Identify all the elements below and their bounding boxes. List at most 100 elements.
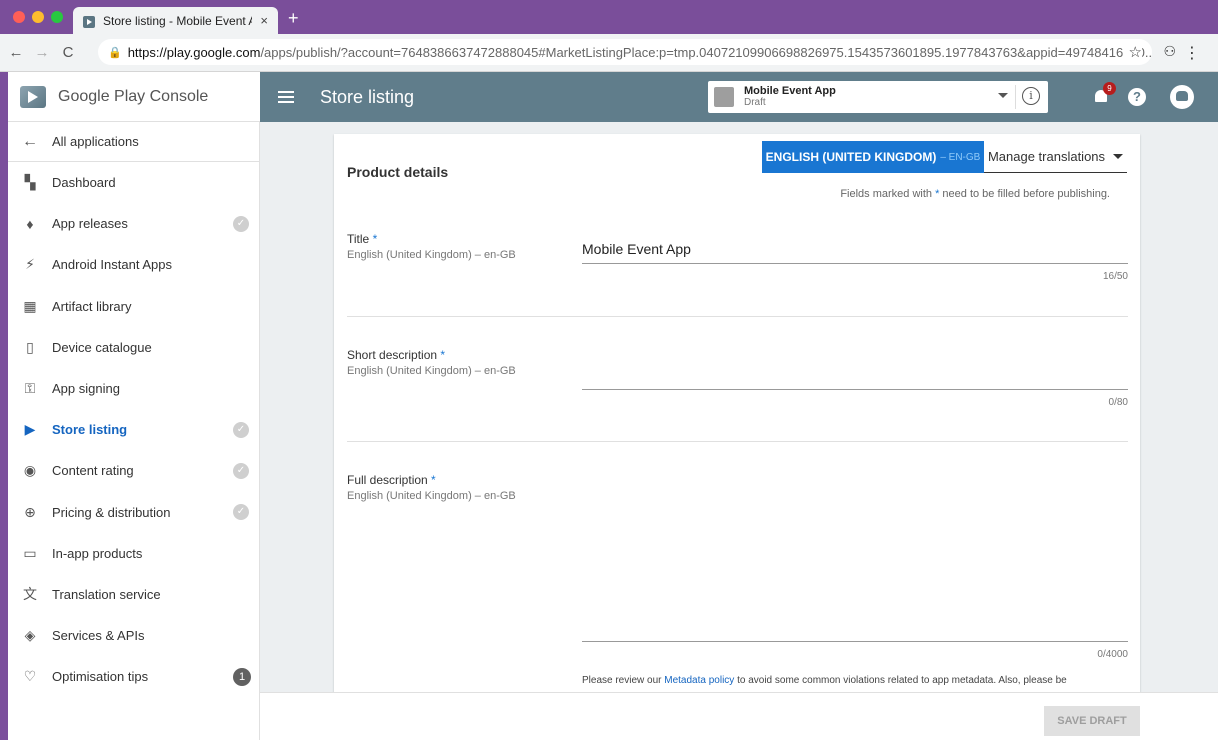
notifications-bell-icon[interactable]: 9 <box>1093 82 1116 104</box>
card-title: Product details <box>347 164 449 180</box>
sidebar-item-store-listing[interactable]: ▶ Store listing ✓ <box>8 409 259 450</box>
all-applications-label: All applications <box>52 134 139 149</box>
notification-badge: 9 <box>1103 82 1116 95</box>
main-content: Product details ENGLISH (UNITED KINGDOM)… <box>260 122 1218 740</box>
browser-menu-icon[interactable]: ⋮ <box>1184 43 1200 63</box>
save-draft-button[interactable]: SAVE DRAFT <box>1044 706 1140 736</box>
sidebar-item-label: App signing <box>52 381 120 397</box>
translate-icon: 文 <box>23 586 37 603</box>
sidebar-item-optimisation-tips[interactable]: ♡ Optimisation tips 1 <box>8 656 259 697</box>
full-description-underline <box>582 641 1128 642</box>
sidebar-item-app-signing[interactable]: ⚿ App signing <box>8 368 259 409</box>
extension-icon[interactable]: ⚇ <box>1163 43 1176 60</box>
sidebar-item-services-apis[interactable]: ◈ Services & APIs <box>8 615 259 656</box>
required-note-text-end: need to be filled before publishing. <box>942 188 1110 200</box>
avatar[interactable] <box>1170 85 1194 109</box>
sidebar-item-label: Translation service <box>52 586 161 602</box>
menu-icon[interactable] <box>278 88 294 106</box>
app-selector[interactable]: Mobile Event App Draft i <box>708 81 1048 113</box>
full-description-input[interactable] <box>582 474 1128 640</box>
title-language: English (United Kingdom) – en-GB <box>347 249 516 261</box>
sidebar-nav: ▚ Dashboard ♦ App releases ✓ ⚡ Android Instant… <box>8 162 259 697</box>
back-button[interactable]: ← <box>6 44 26 61</box>
url-host: https://play.google.com <box>127 44 261 60</box>
title-input[interactable]: Mobile Event App <box>582 241 691 257</box>
full-description-language: English (United Kingdom) – en-GB <box>347 490 516 502</box>
metadata-policy-note: Please review our Metadata policy to avo… <box>582 675 1067 686</box>
bolt-icon: ⚡ <box>25 256 35 273</box>
device-icon: ▯ <box>26 338 34 355</box>
full-description-counter: 0/4000 <box>1097 649 1128 660</box>
sidebar-item-app-releases[interactable]: ♦ App releases ✓ <box>8 203 259 244</box>
rating-icon: ◉ <box>23 462 37 479</box>
star-icon[interactable]: ☆ <box>1122 43 1142 61</box>
title-counter: 16/50 <box>1102 271 1128 282</box>
lock-icon: 🔒 <box>108 46 122 59</box>
sidebar-item-label: In-app products <box>52 545 143 561</box>
help-icon[interactable]: ? <box>1128 88 1146 106</box>
page-title: Store listing <box>320 86 415 107</box>
sidebar-item-label: App releases <box>52 216 128 232</box>
forward-button[interactable]: → <box>32 44 52 61</box>
sidebar-item-label: Pricing & distribution <box>52 504 171 520</box>
api-icon: ◈ <box>24 627 36 644</box>
title-underline <box>582 263 1128 264</box>
metadata-policy-link[interactable]: Metadata policy <box>664 675 734 686</box>
short-description-label: Short description * <box>347 348 446 362</box>
short-description-language: English (United Kingdom) – en-GB <box>347 365 516 377</box>
check-icon: ✓ <box>233 504 249 521</box>
app-name: Mobile Event App <box>744 85 836 97</box>
play-console-logo-icon <box>20 85 46 108</box>
rocket-icon: ♦ <box>26 215 34 232</box>
console-logo-bar: Google Play Console <box>8 72 260 122</box>
globe-icon: ⊕ <box>24 503 36 520</box>
short-description-input[interactable] <box>582 366 1128 388</box>
sidebar-item-label: Android Instant Apps <box>52 257 172 273</box>
sidebar-item-label: Services & APIs <box>52 628 145 644</box>
manage-translations-dropdown[interactable]: Manage translations <box>984 141 1127 173</box>
sidebar-item-label: Dashboard <box>52 175 116 191</box>
product-details-card: Product details ENGLISH (UNITED KINGDOM)… <box>334 134 1140 694</box>
sidebar-item-label: Device catalogue <box>52 339 152 355</box>
app-status: Draft <box>744 97 766 108</box>
required-fields-note: Fields marked with * need to be filled b… <box>840 188 1110 200</box>
policy-text-end: to avoid some common violations related … <box>737 675 1067 686</box>
browser-tab[interactable]: Store listing - Mobile Event App × <box>73 7 278 34</box>
minimize-window-button[interactable] <box>32 11 44 23</box>
sidebar-item-device-catalogue[interactable]: ▯ Device catalogue <box>8 327 259 368</box>
new-tab-button[interactable]: + <box>288 8 299 29</box>
dashboard-icon: ▚ <box>24 174 36 191</box>
all-applications-link[interactable]: ← All applications <box>8 122 259 162</box>
close-window-button[interactable] <box>13 11 25 23</box>
chevron-down-icon[interactable] <box>998 93 1008 98</box>
sidebar-item-dashboard[interactable]: ▚ Dashboard <box>8 162 259 203</box>
address-bar[interactable]: 🔒 https://play.google.com /apps/publish/… <box>98 39 1152 65</box>
sidebar-item-pricing-distribution[interactable]: ⊕ Pricing & distribution ✓ <box>8 492 259 533</box>
app-header: Store listing Mobile Event App Draft i 9… <box>260 72 1218 122</box>
maximize-window-button[interactable] <box>51 11 63 23</box>
url-path: /apps/publish/?account=76483866374728880… <box>260 44 1152 60</box>
footer-bar: SAVE DRAFT <box>260 692 1218 740</box>
sidebar-item-in-app-products[interactable]: ▭ In-app products <box>8 533 259 574</box>
language-button[interactable]: ENGLISH (UNITED KINGDOM) – EN-GB <box>762 141 984 173</box>
android-app-icon <box>714 87 734 107</box>
chevron-down-icon <box>1113 154 1124 159</box>
short-description-underline <box>582 389 1128 390</box>
divider <box>1015 85 1016 109</box>
tab-close-icon[interactable]: × <box>260 13 268 28</box>
check-icon: ✓ <box>233 421 249 438</box>
sidebar: ← All applications ▚ Dashboard ♦ App releas… <box>8 122 260 740</box>
sidebar-item-label: Store listing <box>52 422 128 438</box>
play-console-favicon-icon <box>83 15 95 28</box>
browser-toolbar: ← → C 🔒 https://play.google.com /apps/pu… <box>0 34 1218 72</box>
tab-title: Store listing - Mobile Event App <box>103 13 253 28</box>
info-icon[interactable]: i <box>1022 87 1040 105</box>
browser-titlebar: Store listing - Mobile Event App × + <box>0 0 1218 34</box>
sidebar-item-translation-service[interactable]: 文 Translation service <box>8 574 259 615</box>
sidebar-item-android-instant-apps[interactable]: ⚡ Android Instant Apps <box>8 244 259 285</box>
sidebar-item-content-rating[interactable]: ◉ Content rating ✓ <box>8 450 259 491</box>
reload-button[interactable]: C <box>58 44 78 61</box>
sidebar-item-artifact-library[interactable]: ▦ Artifact library <box>8 286 259 327</box>
manage-translations-label: Manage translations <box>987 149 1106 164</box>
policy-text: Please review our <box>582 675 662 686</box>
